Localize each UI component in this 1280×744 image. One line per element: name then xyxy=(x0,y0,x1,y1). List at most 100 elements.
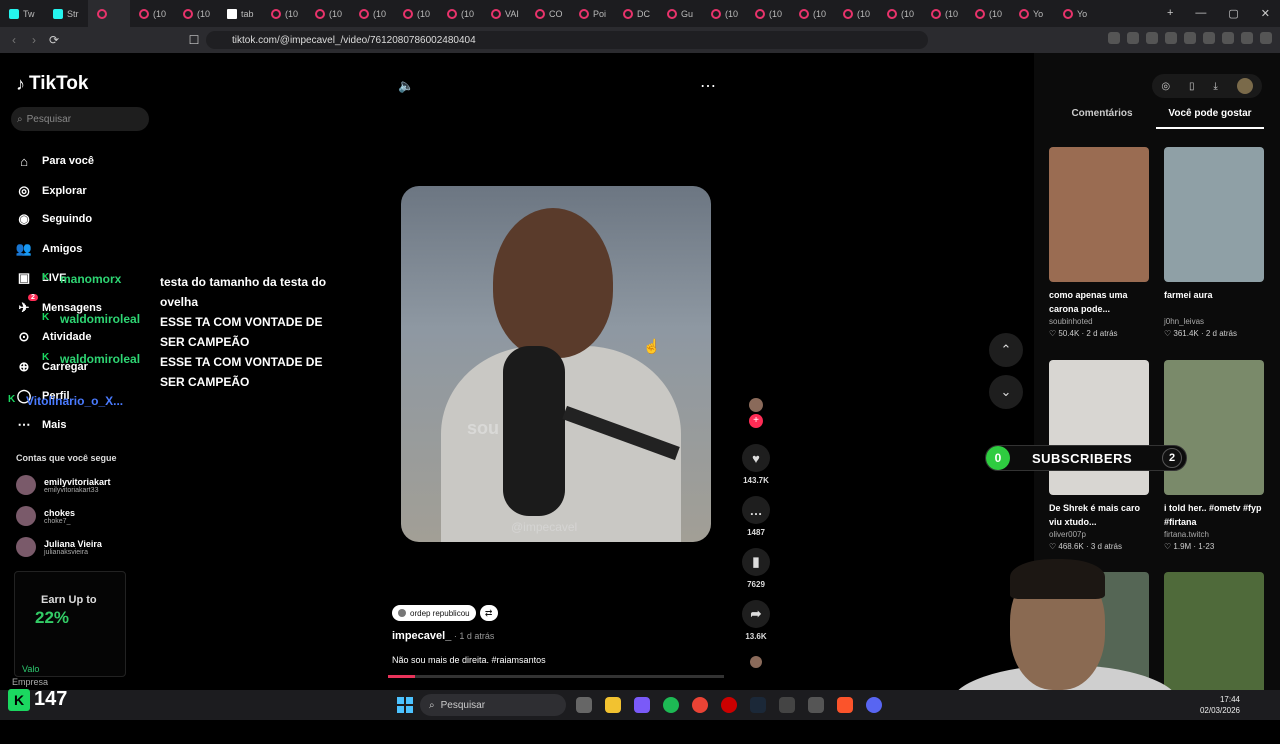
steam-icon[interactable] xyxy=(750,697,766,713)
repost-label[interactable]: ordep republicou xyxy=(392,605,476,621)
tiktok-logo[interactable]: ♪ TikTok xyxy=(16,73,88,95)
follow-plus-icon[interactable]: + xyxy=(749,414,763,428)
sidebar-item-seguindo[interactable]: ◉ Seguindo xyxy=(16,211,92,227)
comment-button[interactable]: … 1487 xyxy=(739,496,773,537)
download-icon[interactable]: ⤓ xyxy=(1213,81,1217,92)
browser-tab[interactable]: (10 xyxy=(438,0,482,27)
address-bar[interactable]: tiktok.com/@impecavel_/video/76120807860… xyxy=(206,31,928,49)
save-button[interactable]: ▮ 7629 xyxy=(739,548,773,589)
extension-icon[interactable] xyxy=(1165,32,1177,44)
author-avatar[interactable] xyxy=(749,398,763,412)
file-explorer-icon[interactable] xyxy=(605,697,621,713)
video-thumbnail[interactable] xyxy=(1164,360,1264,495)
taskbar-search[interactable]: ⌕ Pesquisar xyxy=(420,694,566,716)
opera-icon[interactable] xyxy=(721,697,737,713)
sidebar-item-mais[interactable]: ⋯ Mais xyxy=(16,417,67,433)
more-options-icon[interactable]: ⋯ xyxy=(700,76,716,96)
browser-tab[interactable]: (10 xyxy=(174,0,218,27)
task-view-icon[interactable] xyxy=(576,697,592,713)
video-player[interactable]: sou @impecavel xyxy=(401,186,711,542)
card-user[interactable]: soubinhoted xyxy=(1049,317,1151,326)
extension-icon[interactable] xyxy=(1127,32,1139,44)
extension-icon[interactable] xyxy=(1108,32,1120,44)
browser-tab[interactable]: (10 xyxy=(130,0,174,27)
video-progress-bar[interactable] xyxy=(388,675,724,678)
browser-tab[interactable]: tab xyxy=(218,0,262,27)
extension-icon[interactable] xyxy=(1184,32,1196,44)
browser-tab[interactable]: Poi xyxy=(570,0,614,27)
author-name[interactable]: impecavel_ xyxy=(392,630,451,642)
forward-icon[interactable]: › xyxy=(24,33,44,47)
tab-comments[interactable]: Comentários xyxy=(1048,108,1156,129)
followed-account[interactable]: chokes choke7_ xyxy=(16,506,75,526)
followed-account[interactable]: Juliana Vieira julianaksvieira xyxy=(16,537,102,557)
extension-icon[interactable] xyxy=(1241,32,1253,44)
promo-card[interactable]: Earn Up to 22% xyxy=(14,571,126,677)
sidebar-item-para-voc-[interactable]: ⌂ Para você xyxy=(16,153,94,169)
previous-video-button[interactable]: ⌃ xyxy=(989,333,1023,367)
reload-icon[interactable]: ⟳ xyxy=(44,33,64,47)
browser-tab[interactable]: DC xyxy=(614,0,658,27)
close-icon[interactable]: ✕ xyxy=(1261,7,1270,20)
app-icon[interactable] xyxy=(808,697,824,713)
followed-account[interactable]: emilyvitoriakart emilyvitoriakart33 xyxy=(16,475,111,495)
browser-tab[interactable]: Gu xyxy=(658,0,702,27)
compass-icon[interactable]: ◎ xyxy=(1161,81,1170,92)
browser-tab[interactable]: (10 xyxy=(790,0,834,27)
browser-tab[interactable]: VAI xyxy=(482,0,526,27)
browser-tab[interactable]: (10 xyxy=(350,0,394,27)
card-user[interactable]: oliver007p xyxy=(1049,530,1151,539)
app-icon[interactable] xyxy=(779,697,795,713)
like-button[interactable]: ♥ 143.7K xyxy=(739,444,773,485)
phone-icon[interactable]: ▯ xyxy=(1189,81,1195,92)
browser-tab[interactable]: Tw xyxy=(0,0,44,27)
back-icon[interactable]: ‹ xyxy=(4,33,24,47)
video-thumbnail[interactable] xyxy=(1049,360,1149,495)
maximize-icon[interactable]: ▢ xyxy=(1228,7,1238,20)
extension-icon[interactable] xyxy=(1203,32,1215,44)
browser-tab[interactable]: (10 xyxy=(922,0,966,27)
discord-icon[interactable] xyxy=(866,697,882,713)
new-tab-icon[interactable]: + xyxy=(1167,7,1173,20)
browser-tab[interactable]: (10 xyxy=(966,0,1010,27)
recommended-video-card[interactable]: farmei aura j0hn_leivas ♡ 361.4K · 2 d atr… xyxy=(1164,147,1266,338)
card-user[interactable]: firtana.twitch xyxy=(1164,530,1266,539)
windows-start-icon[interactable] xyxy=(397,697,413,713)
video-thumbnail[interactable] xyxy=(1164,147,1264,282)
browser-tab[interactable]: Yo xyxy=(1010,0,1054,27)
music-disc-icon[interactable] xyxy=(750,656,762,668)
minimize-icon[interactable]: — xyxy=(1195,7,1206,20)
search-input[interactable]: ⌕ Pesquisar xyxy=(11,107,149,131)
browser-tab[interactable]: (10 xyxy=(702,0,746,27)
extension-icon[interactable] xyxy=(1146,32,1158,44)
browser-tab[interactable]: CO xyxy=(526,0,570,27)
card-user[interactable]: j0hn_leivas xyxy=(1164,317,1266,326)
volume-icon[interactable]: 🔈 xyxy=(398,78,414,94)
browser-tab[interactable]: (10 xyxy=(746,0,790,27)
browser-tab[interactable] xyxy=(88,0,130,27)
browser-tab[interactable]: (10 xyxy=(262,0,306,27)
share-button[interactable]: ➦ 13.6K xyxy=(739,600,773,641)
next-video-button[interactable]: ⌄ xyxy=(989,375,1023,409)
tab-you-may-like[interactable]: Você pode gostar xyxy=(1156,108,1264,129)
bookmark-icon[interactable]: ☐ xyxy=(184,33,204,47)
recommended-video-card[interactable]: como apenas uma carona pode... soubinhote… xyxy=(1049,147,1151,338)
system-clock[interactable]: 17:44 02/03/2026 xyxy=(1200,694,1240,716)
app-icon[interactable] xyxy=(634,697,650,713)
sidebar-item-explorar[interactable]: ◎ Explorar xyxy=(16,183,86,199)
browser-tab[interactable]: Yo xyxy=(1054,0,1098,27)
repost-icon[interactable]: ⇄ xyxy=(479,605,498,621)
footer-link[interactable]: Empresa xyxy=(12,677,48,687)
video-author[interactable]: impecavel_ · 1 d atrás xyxy=(392,630,494,642)
browser-tab[interactable]: (10 xyxy=(306,0,350,27)
extension-icon[interactable] xyxy=(1222,32,1234,44)
browser-tab[interactable]: (10 xyxy=(834,0,878,27)
spotify-icon[interactable] xyxy=(663,697,679,713)
menu-icon[interactable] xyxy=(1260,32,1272,44)
video-thumbnail[interactable] xyxy=(1049,147,1149,282)
user-avatar[interactable] xyxy=(1236,78,1253,94)
sidebar-item-amigos[interactable]: 👥 Amigos xyxy=(16,241,82,257)
brave-icon[interactable] xyxy=(837,697,853,713)
browser-tab[interactable]: (10 xyxy=(878,0,922,27)
browser-tab[interactable]: (10 xyxy=(394,0,438,27)
